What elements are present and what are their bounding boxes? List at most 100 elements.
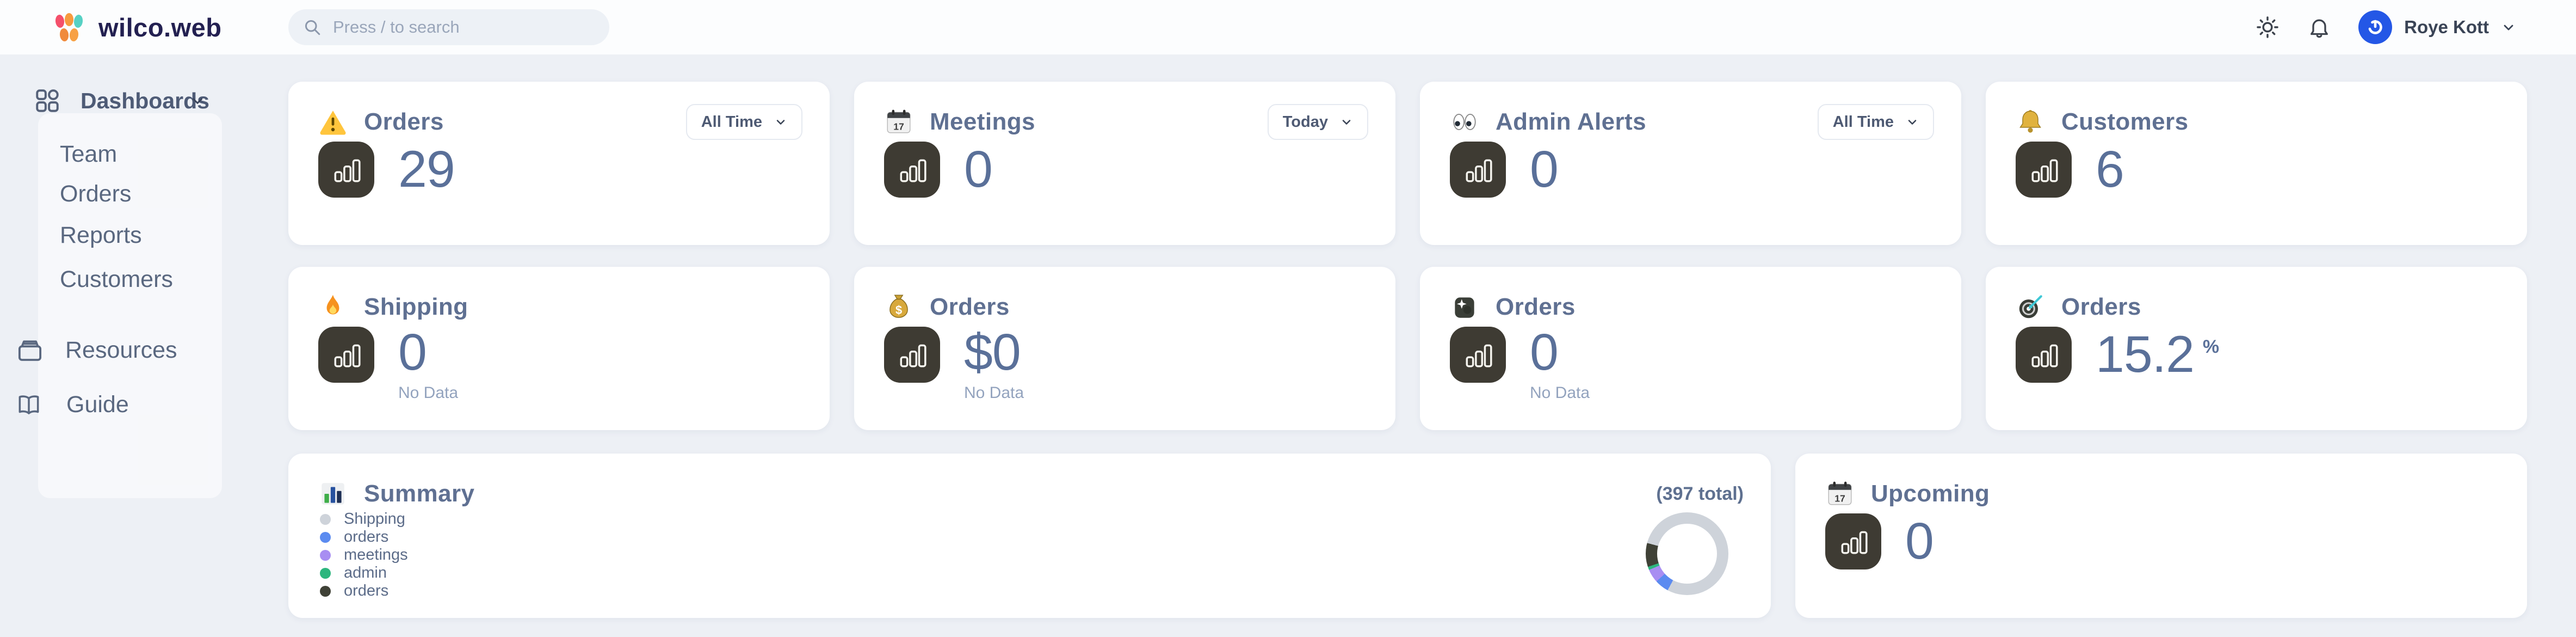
time-filter-dropdown[interactable]: All Time <box>686 104 802 140</box>
sidebar-item-label: Guide <box>66 391 129 418</box>
card-title: Shipping <box>364 293 468 321</box>
time-filter-value: Today <box>1283 113 1328 131</box>
card-header: Orders All Time <box>318 106 802 138</box>
bar-chart-tile-icon <box>884 142 940 198</box>
sidebar-item-guide[interactable]: Guide <box>15 391 129 418</box>
sidebar-item-customers[interactable]: Customers <box>60 264 173 295</box>
legend-label: admin <box>344 564 387 582</box>
card-shipping: Shipping 0 No Data <box>288 267 830 430</box>
grid-icon <box>34 87 61 114</box>
card-header: Orders <box>2016 291 2500 323</box>
legend-label: Shipping <box>344 510 405 528</box>
chevron-down-icon <box>2501 20 2516 35</box>
sidebar-section-dashboards[interactable]: Dashboards <box>34 85 213 117</box>
legend-item-orders: orders <box>320 528 408 546</box>
card-header: Customers <box>2016 106 2500 138</box>
donut-legend: Shipping orders meetings admin orders <box>320 510 408 600</box>
app-logo[interactable]: wilco.web <box>52 0 222 54</box>
card-value: 0 <box>964 144 992 195</box>
card-title: Orders <box>2061 293 2141 321</box>
sidebar-item-team[interactable]: Team <box>60 139 117 169</box>
bar-chart-tile-icon <box>318 327 374 383</box>
open-book-icon <box>15 391 42 418</box>
card-value: $0 <box>964 327 1021 378</box>
card-orders-flash: Orders 0 No Data <box>1420 267 1961 430</box>
card-value: 15.2 <box>2096 329 2194 381</box>
legend-item-meetings: meetings <box>320 546 408 564</box>
sidebar-item-orders[interactable]: Orders <box>60 179 131 209</box>
card-title: Orders <box>1496 293 1576 321</box>
card-title: Orders <box>364 108 444 136</box>
card-value-row: 29 <box>318 142 455 198</box>
time-filter-dropdown[interactable]: All Time <box>1818 104 1934 140</box>
card-header: 17 Meetings Today <box>884 106 1368 138</box>
calendar-icon: 17 <box>884 107 913 137</box>
sidebar-submenu-panel: Team Orders Reports Customers <box>38 113 222 498</box>
legend-dot <box>320 532 331 543</box>
eyes-icon <box>1450 107 1479 137</box>
card-orders-alltime: Orders All Time 29 <box>288 82 830 245</box>
user-menu[interactable]: Roye Kott <box>2358 10 2516 44</box>
card-value-suffix: % <box>2203 336 2219 358</box>
card-value-row: 15.2 % <box>2016 327 2219 383</box>
donut-hole <box>1657 524 1717 584</box>
sidebar-item-label: Resources <box>65 337 177 364</box>
moneybag-icon: $ <box>884 292 913 322</box>
card-title: Admin Alerts <box>1496 108 1646 136</box>
card-value: 0 <box>1905 516 1933 567</box>
bar-chart-tile-icon <box>318 142 374 198</box>
legend-label: orders <box>344 582 388 600</box>
card-value-row: 0 <box>884 142 992 198</box>
legend-item-shipping: Shipping <box>320 510 408 528</box>
gold-bell-icon <box>2016 107 2045 137</box>
bar-chart-emoji-icon <box>318 479 348 509</box>
legend-item-orders-2: orders <box>320 582 408 600</box>
legend-label: meetings <box>344 546 408 564</box>
card-header: 17 Upcoming <box>1825 477 2500 510</box>
svg-text:17: 17 <box>893 121 904 132</box>
sidebar-item-label: Orders <box>60 181 131 207</box>
card-value-row: 0 <box>1825 513 1933 569</box>
search-bar[interactable] <box>288 9 609 45</box>
sidebar-item-label: Team <box>60 141 117 168</box>
search-icon <box>302 17 322 37</box>
fire-icon <box>318 292 348 322</box>
sidebar-item-resources[interactable]: Resources <box>15 335 177 365</box>
card-value-row: 0 No Data <box>318 327 458 402</box>
card-value-row: 6 <box>2016 142 2124 198</box>
card-title: Orders <box>930 293 1010 321</box>
target-dart-icon <box>2016 292 2045 322</box>
svg-text:17: 17 <box>1834 493 1845 504</box>
search-input[interactable] <box>333 17 595 37</box>
card-title: Summary <box>364 480 474 507</box>
card-header: Admin Alerts All Time <box>1450 106 1934 138</box>
legend-dot <box>320 514 331 525</box>
spiral-calendar-icon: 17 <box>1825 479 1855 509</box>
card-subtext: No Data <box>398 384 458 402</box>
chevron-down-icon <box>189 93 206 109</box>
legend-dot <box>320 550 331 561</box>
card-value: 0 <box>1530 144 1558 195</box>
bar-chart-tile-icon <box>2016 327 2072 383</box>
card-value-row: $0 No Data <box>884 327 1024 402</box>
sidebar-item-label: Reports <box>60 222 142 249</box>
time-filter-dropdown[interactable]: Today <box>1268 104 1368 140</box>
bar-chart-tile-icon <box>1450 327 1506 383</box>
card-value-row: 0 No Data <box>1450 327 1590 402</box>
time-filter-value: All Time <box>1833 113 1894 131</box>
notifications-bell-icon[interactable] <box>2307 15 2331 39</box>
archive-box-icon <box>15 335 45 365</box>
bar-chart-tile-icon <box>2016 142 2072 198</box>
card-value: 0 <box>398 327 427 378</box>
card-customers: Customers 6 <box>1986 82 2527 245</box>
card-title: Meetings <box>930 108 1035 136</box>
card-admin-alerts: Admin Alerts All Time 0 <box>1420 82 1961 245</box>
time-filter-value: All Time <box>701 113 762 131</box>
card-header: Orders <box>1450 291 1934 323</box>
sidebar: Dashboards Team Orders Reports Customers… <box>0 54 224 637</box>
sidebar-item-reports[interactable]: Reports <box>60 220 142 250</box>
card-title: Upcoming <box>1871 480 1990 507</box>
card-orders-rate: Orders 15.2 % <box>1986 267 2527 430</box>
sidebar-item-label: Customers <box>60 266 173 293</box>
theme-toggle-sun-icon[interactable] <box>2255 15 2280 40</box>
